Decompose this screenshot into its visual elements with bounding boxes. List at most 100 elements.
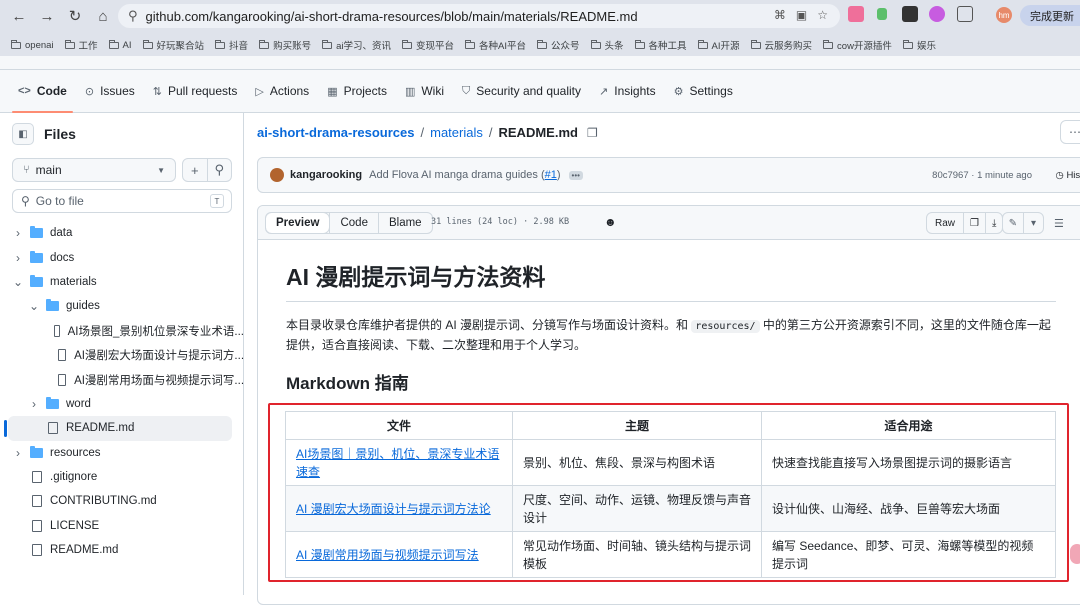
tree-folder[interactable]: › resources bbox=[0, 441, 244, 465]
chevron-right-icon[interactable]: › bbox=[28, 397, 40, 411]
branch-icon: ⑂ bbox=[23, 164, 30, 176]
chevron-down-icon[interactable]: ▾ bbox=[1023, 213, 1043, 233]
commit-author[interactable]: kangarooking bbox=[290, 169, 362, 181]
bookmark-item[interactable]: 工作 bbox=[65, 38, 98, 52]
tab-settings[interactable]: ⚙Settings bbox=[674, 70, 733, 113]
site-info-icon[interactable]: ⚲ bbox=[128, 8, 138, 24]
collapse-sidebar-icon[interactable]: ◧ bbox=[12, 123, 34, 145]
bookmark-item[interactable]: AI开源 bbox=[698, 38, 740, 52]
raw-actions: Raw ❐ ⤓ bbox=[926, 212, 1003, 234]
tab-security-and-quality[interactable]: ⛉Security and quality bbox=[462, 70, 581, 113]
tab-code[interactable]: Code bbox=[329, 213, 378, 233]
home-icon[interactable]: ⌂ bbox=[90, 3, 116, 29]
guide-link[interactable]: AI 漫剧常用场面与视频提示词写法 bbox=[296, 548, 479, 562]
tree-file[interactable]: CONTRIBUTING.md bbox=[0, 489, 244, 513]
edit-actions: ✎ ▾ bbox=[1002, 212, 1044, 234]
tree-file[interactable]: AI场景图_景别机位景深专业术语... bbox=[0, 319, 244, 343]
chevron-right-icon[interactable]: › bbox=[12, 446, 24, 460]
tab-wiki[interactable]: ▥Wiki bbox=[405, 70, 444, 113]
tree-file[interactable]: AI漫剧宏大场面设计与提示词方... bbox=[0, 343, 244, 367]
raw-button[interactable]: Raw bbox=[927, 213, 963, 233]
tab-icon: ▷ bbox=[255, 85, 263, 98]
tab-pull-requests[interactable]: ⇅Pull requests bbox=[153, 70, 238, 113]
breadcrumb-folder-link[interactable]: materials bbox=[430, 125, 483, 140]
tab-label: Wiki bbox=[421, 84, 444, 98]
translate-icon[interactable]: ⌘ bbox=[774, 8, 786, 22]
bookmark-item[interactable]: 好玩聚合站 bbox=[143, 38, 205, 52]
bookmark-item[interactable]: 头条 bbox=[591, 38, 624, 52]
commit-pr-link[interactable]: #1 bbox=[545, 169, 557, 181]
tree-item-label: resources bbox=[50, 447, 101, 459]
copy-path-icon[interactable]: ❐ bbox=[587, 126, 598, 140]
bookmark-item[interactable]: cow开源插件 bbox=[823, 38, 892, 52]
avatar[interactable] bbox=[270, 168, 284, 182]
extension-icon[interactable] bbox=[929, 6, 945, 22]
bookmark-item[interactable]: ai学习、资讯 bbox=[322, 38, 391, 52]
tree-folder[interactable]: ›docs bbox=[0, 245, 244, 269]
bookmark-item[interactable]: 娱乐 bbox=[903, 38, 936, 52]
chevron-down-icon[interactable]: ⌄ bbox=[12, 275, 24, 289]
branch-selector[interactable]: ⑂ main ▼ bbox=[12, 158, 176, 182]
copy-raw-icon[interactable]: ❐ bbox=[963, 213, 985, 233]
bookmark-item[interactable]: 购买账号 bbox=[259, 38, 311, 52]
more-options-icon[interactable]: ⋯ bbox=[1060, 120, 1080, 144]
bookmark-item[interactable]: 各种AI平台 bbox=[465, 38, 526, 52]
breadcrumb-repo-link[interactable]: ai-short-drama-resources bbox=[257, 125, 415, 140]
install-icon[interactable]: ▣ bbox=[796, 8, 807, 22]
tree-folder[interactable]: ›word bbox=[0, 392, 244, 416]
tab-code[interactable]: <>Code bbox=[18, 70, 67, 113]
expand-commit-icon[interactable]: ••• bbox=[569, 171, 583, 180]
tree-file[interactable]: README.md bbox=[0, 538, 244, 562]
outline-list-icon[interactable]: ☰ bbox=[1054, 217, 1064, 230]
tab-actions[interactable]: ▷Actions bbox=[255, 70, 309, 113]
chevron-right-icon[interactable]: › bbox=[12, 251, 24, 265]
edit-pencil-icon[interactable]: ✎ bbox=[1003, 213, 1023, 233]
tree-file[interactable]: LICENSE bbox=[0, 514, 244, 538]
tab-projects[interactable]: ▦Projects bbox=[327, 70, 387, 113]
tree-item-label: .gitignore bbox=[50, 471, 97, 483]
copilot-icon[interactable]: ☻ bbox=[604, 215, 617, 229]
bookmark-item[interactable]: openai bbox=[11, 40, 54, 51]
bookmark-star-icon[interactable]: ☆ bbox=[817, 8, 828, 22]
address-bar[interactable]: ⚲ github.com/kangarooking/ai-short-drama… bbox=[118, 4, 840, 28]
bookmark-item[interactable]: 公众号 bbox=[537, 38, 580, 52]
add-file-icon[interactable]: + bbox=[183, 159, 208, 181]
profile-avatar[interactable]: hm bbox=[996, 7, 1012, 23]
forward-arrow-icon[interactable]: → bbox=[34, 3, 60, 29]
bookmark-item[interactable]: 云服务购买 bbox=[751, 38, 813, 52]
chevron-right-icon[interactable]: › bbox=[12, 226, 24, 240]
chevron-down-icon[interactable]: ⌄ bbox=[28, 299, 40, 313]
tab-blame[interactable]: Blame bbox=[378, 213, 432, 233]
extensions-puzzle-icon[interactable] bbox=[957, 6, 973, 22]
tree-folder[interactable]: ›data bbox=[0, 221, 244, 245]
tab-issues[interactable]: ⊙Issues bbox=[85, 70, 135, 113]
history-link[interactable]: ◷ History bbox=[1056, 170, 1080, 181]
tab-preview[interactable]: Preview bbox=[266, 213, 329, 233]
tree-file[interactable]: AI漫剧常用场面与视频提示词写... bbox=[0, 367, 244, 391]
go-to-file-input[interactable]: ⚲ Go to file T bbox=[12, 189, 232, 213]
guide-link[interactable]: AI 漫剧宏大场面设计与提示词方法论 bbox=[296, 502, 491, 516]
update-button[interactable]: 完成更新 bbox=[1020, 5, 1080, 26]
folder-icon bbox=[537, 42, 547, 49]
tree-file[interactable]: .gitignore bbox=[0, 465, 244, 489]
commit-message[interactable]: Add Flova AI manga drama guides (#1) bbox=[369, 169, 560, 181]
commit-meta[interactable]: 80c7967 · 1 minute ago bbox=[932, 170, 1032, 181]
bookmark-item[interactable]: 变现平台 bbox=[402, 38, 454, 52]
tab-insights[interactable]: ↗Insights bbox=[599, 70, 656, 113]
reload-icon[interactable]: ↻ bbox=[62, 3, 88, 29]
tree-file[interactable]: README.md bbox=[8, 416, 232, 440]
extension-icon[interactable] bbox=[902, 6, 918, 22]
back-arrow-icon[interactable]: ← bbox=[6, 3, 32, 29]
download-icon[interactable]: ⤓ bbox=[985, 213, 1002, 233]
search-icon[interactable]: ⚲ bbox=[208, 159, 232, 181]
tree-folder[interactable]: ⌄materials bbox=[0, 270, 244, 294]
guide-link[interactable]: AI场景图｜景别、机位、景深专业术语速查 bbox=[296, 447, 499, 479]
bookmark-item[interactable]: 各种工具 bbox=[635, 38, 687, 52]
tree-folder[interactable]: ⌄guides bbox=[0, 294, 244, 318]
table-cell: 设计仙侠、山海经、战争、巨兽等宏大场面 bbox=[762, 486, 1056, 532]
bookmark-item[interactable]: 抖音 bbox=[215, 38, 248, 52]
extension-icon[interactable] bbox=[848, 6, 864, 22]
bookmark-item[interactable]: AI bbox=[109, 40, 132, 51]
extension-icon[interactable] bbox=[877, 8, 887, 20]
floating-extension-icon[interactable] bbox=[1070, 544, 1080, 564]
